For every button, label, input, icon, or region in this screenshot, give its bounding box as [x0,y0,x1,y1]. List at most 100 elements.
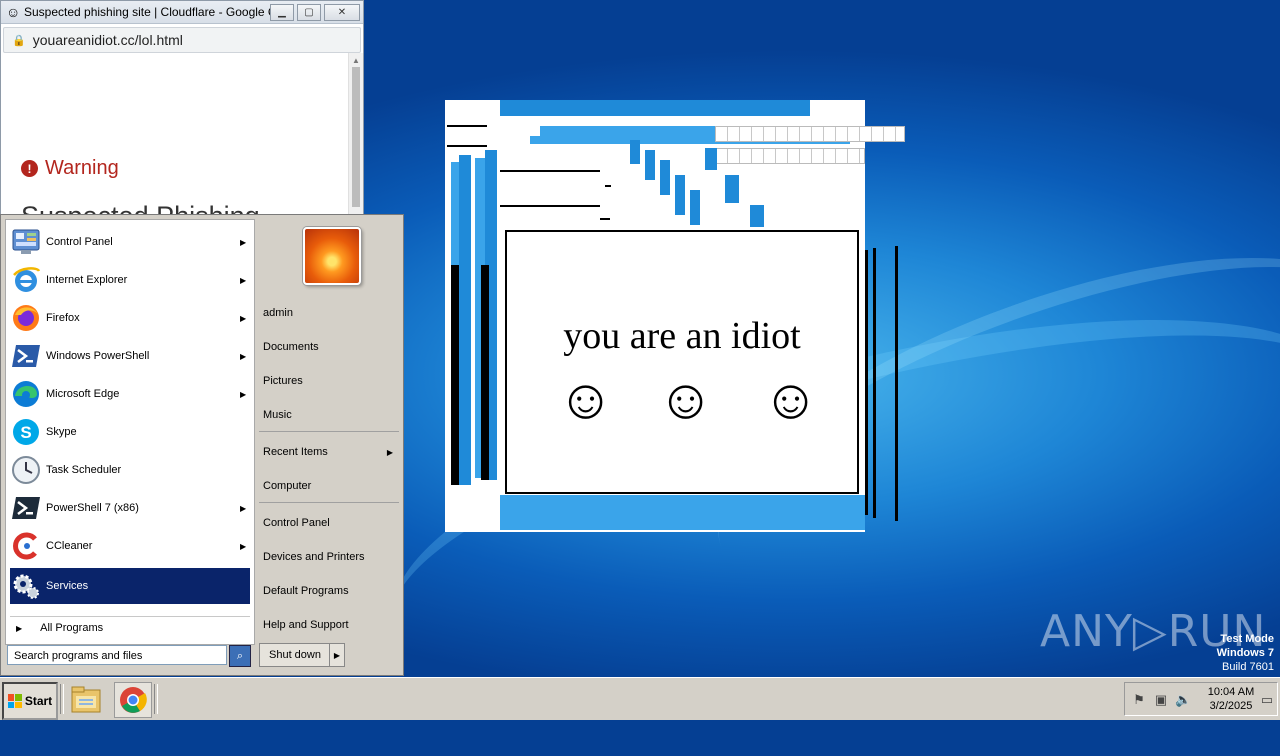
vertical-scrollbar[interactable]: ▲ [348,53,363,215]
submenu-arrow-icon: ▶ [240,503,247,513]
lock-icon: 🔒 [12,34,26,47]
browser-tab-title: Suspected phishing site | Cloudflare - G… [24,5,270,19]
skype-icon: S [10,416,42,448]
network-icon[interactable]: ▣ [1153,692,1169,708]
start-item-powershell-7[interactable]: PowerShell 7 (x86) ▶ [10,490,250,526]
start-link-help-support[interactable]: Help and Support [263,614,397,636]
file-explorer-icon[interactable] [68,682,104,716]
search-icon[interactable]: ⌕ [229,645,251,667]
build-text: Build 7601 [1222,661,1274,673]
start-item-internet-explorer[interactable]: Internet Explorer ▶ [10,262,250,298]
start-menu-programs-pane: Control Panel ▶ Internet Explorer ▶ Fire… [5,219,255,645]
chrome-icon[interactable] [114,682,152,718]
smiley-favicon-icon: ☺ [6,4,21,20]
start-link-pictures[interactable]: Pictures [263,370,397,392]
start-search-input[interactable]: Search programs and files [7,645,227,665]
popup-ghost-edge [481,265,489,480]
submenu-arrow-icon: ▶ [240,237,247,247]
shutdown-button[interactable]: Shut down [259,643,331,667]
popup-ghost-edge [451,265,459,485]
minimize-button[interactable]: ▁ [270,3,294,21]
start-link-recent-items[interactable]: Recent Items ▶ [263,441,397,463]
svg-text:S: S [20,423,31,442]
powershell-icon [10,340,42,372]
popup-ghost-border [873,248,876,518]
popup-ghost-edge [459,155,471,485]
address-bar[interactable]: 🔒 youareanidiot.cc/lol.html [3,27,361,53]
control-panel-icon [10,226,42,258]
start-item-firefox[interactable]: Firefox ▶ [10,300,250,336]
popup-ghost-fragment [750,205,764,227]
smiley-icon: ☺ [657,369,715,431]
browser-titlebar[interactable]: ☺ Suspected phishing site | Cloudflare -… [1,1,363,24]
system-tray: ⚑ ▣ 🔈 10:04 AM 3/2/2025 ▭ [1124,682,1278,716]
start-button[interactable]: Start [2,682,58,720]
submenu-arrow-icon: ▶ [240,389,247,399]
start-link-computer[interactable]: Computer [263,475,397,497]
close-button[interactable]: ✕ [324,3,360,21]
url-text: youareanidiot.cc/lol.html [32,32,183,48]
os-name-text: Windows 7 [1216,647,1274,659]
maximize-button[interactable]: ▢ [297,3,321,21]
powershell7-icon [10,492,42,524]
start-item-label: Firefox [46,312,80,324]
scroll-up-icon[interactable]: ▲ [352,56,360,65]
show-desktop-icon[interactable]: ▭ [1259,692,1275,708]
ccleaner-icon [10,530,42,562]
start-item-task-scheduler[interactable]: Task Scheduler [10,452,250,488]
clock-date: 3/2/2025 [1209,700,1253,712]
start-link-music[interactable]: Music [263,404,397,426]
smiley-icon: ☺ [762,369,820,431]
clock[interactable]: 10:04 AM 3/2/2025 [1205,685,1257,713]
expand-arrow-icon: ▶ [16,623,23,633]
start-link-user[interactable]: admin [263,302,397,324]
submenu-arrow-icon: ▶ [240,351,247,361]
popup-ghost-fragment [705,148,717,170]
popup-ghost-fragment [675,175,685,215]
popup-ghost-border [865,250,868,515]
taskbar-separator [154,684,158,714]
start-item-label: Services [46,580,89,592]
popup-ghost-fragment [645,150,655,180]
start-link-documents[interactable]: Documents [263,336,397,358]
start-link-default-programs[interactable]: Default Programs [263,580,397,602]
recent-items-label: Recent Items [263,446,328,458]
popup-ghost-fragment [690,190,700,225]
shutdown-options-arrow-icon[interactable]: ▶ [329,643,345,667]
start-link-control-panel[interactable]: Control Panel [263,512,397,534]
popup-ghost-line [500,205,600,207]
user-avatar[interactable] [303,227,361,285]
edge-icon [10,378,42,410]
firefox-icon [10,302,42,334]
warning-heading: ! Warning [21,157,119,180]
popup-ghost-fragment [660,160,670,195]
start-item-label: Internet Explorer [46,274,128,286]
warning-icon: ! [21,160,38,177]
menu-separator [259,431,399,432]
popup-message: you are an idiot [563,315,801,357]
start-link-devices-printers[interactable]: Devices and Printers [263,546,397,568]
popup-ghost-bottom [500,495,865,530]
action-center-flag-icon[interactable]: ⚑ [1131,692,1147,708]
warning-label: Warning [45,157,119,179]
start-item-control-panel[interactable]: Control Panel ▶ [10,224,250,260]
start-item-skype[interactable]: S Skype [10,414,250,450]
services-gear-icon [10,570,42,602]
chrome-browser-window[interactable]: ☺ Suspected phishing site | Cloudflare -… [0,0,364,216]
you-are-an-idiot-popup[interactable]: you are an idiot ☺ ☺ ☺ [505,230,859,494]
popup-ghost-line [447,145,487,147]
scrollbar-thumb[interactable] [352,67,360,207]
start-item-ccleaner[interactable]: CCleaner ▶ [10,528,250,564]
start-item-services[interactable]: Services [10,568,250,604]
popup-ghost-titlebar [500,100,810,116]
popup-ghost-toolbar [715,126,905,142]
start-item-microsoft-edge[interactable]: Microsoft Edge ▶ [10,376,250,412]
test-mode-label: Test Mode Windows 7 Build 7601 [1217,632,1274,674]
start-item-windows-powershell[interactable]: Windows PowerShell ▶ [10,338,250,374]
submenu-arrow-icon: ▶ [240,313,247,323]
popup-ghost-line [500,170,600,172]
start-item-label: Windows PowerShell [46,350,150,362]
smiley-icon: ☺ [557,369,615,431]
all-programs-button[interactable]: ▶ All Programs [10,616,250,639]
volume-icon[interactable]: 🔈 [1175,692,1191,708]
